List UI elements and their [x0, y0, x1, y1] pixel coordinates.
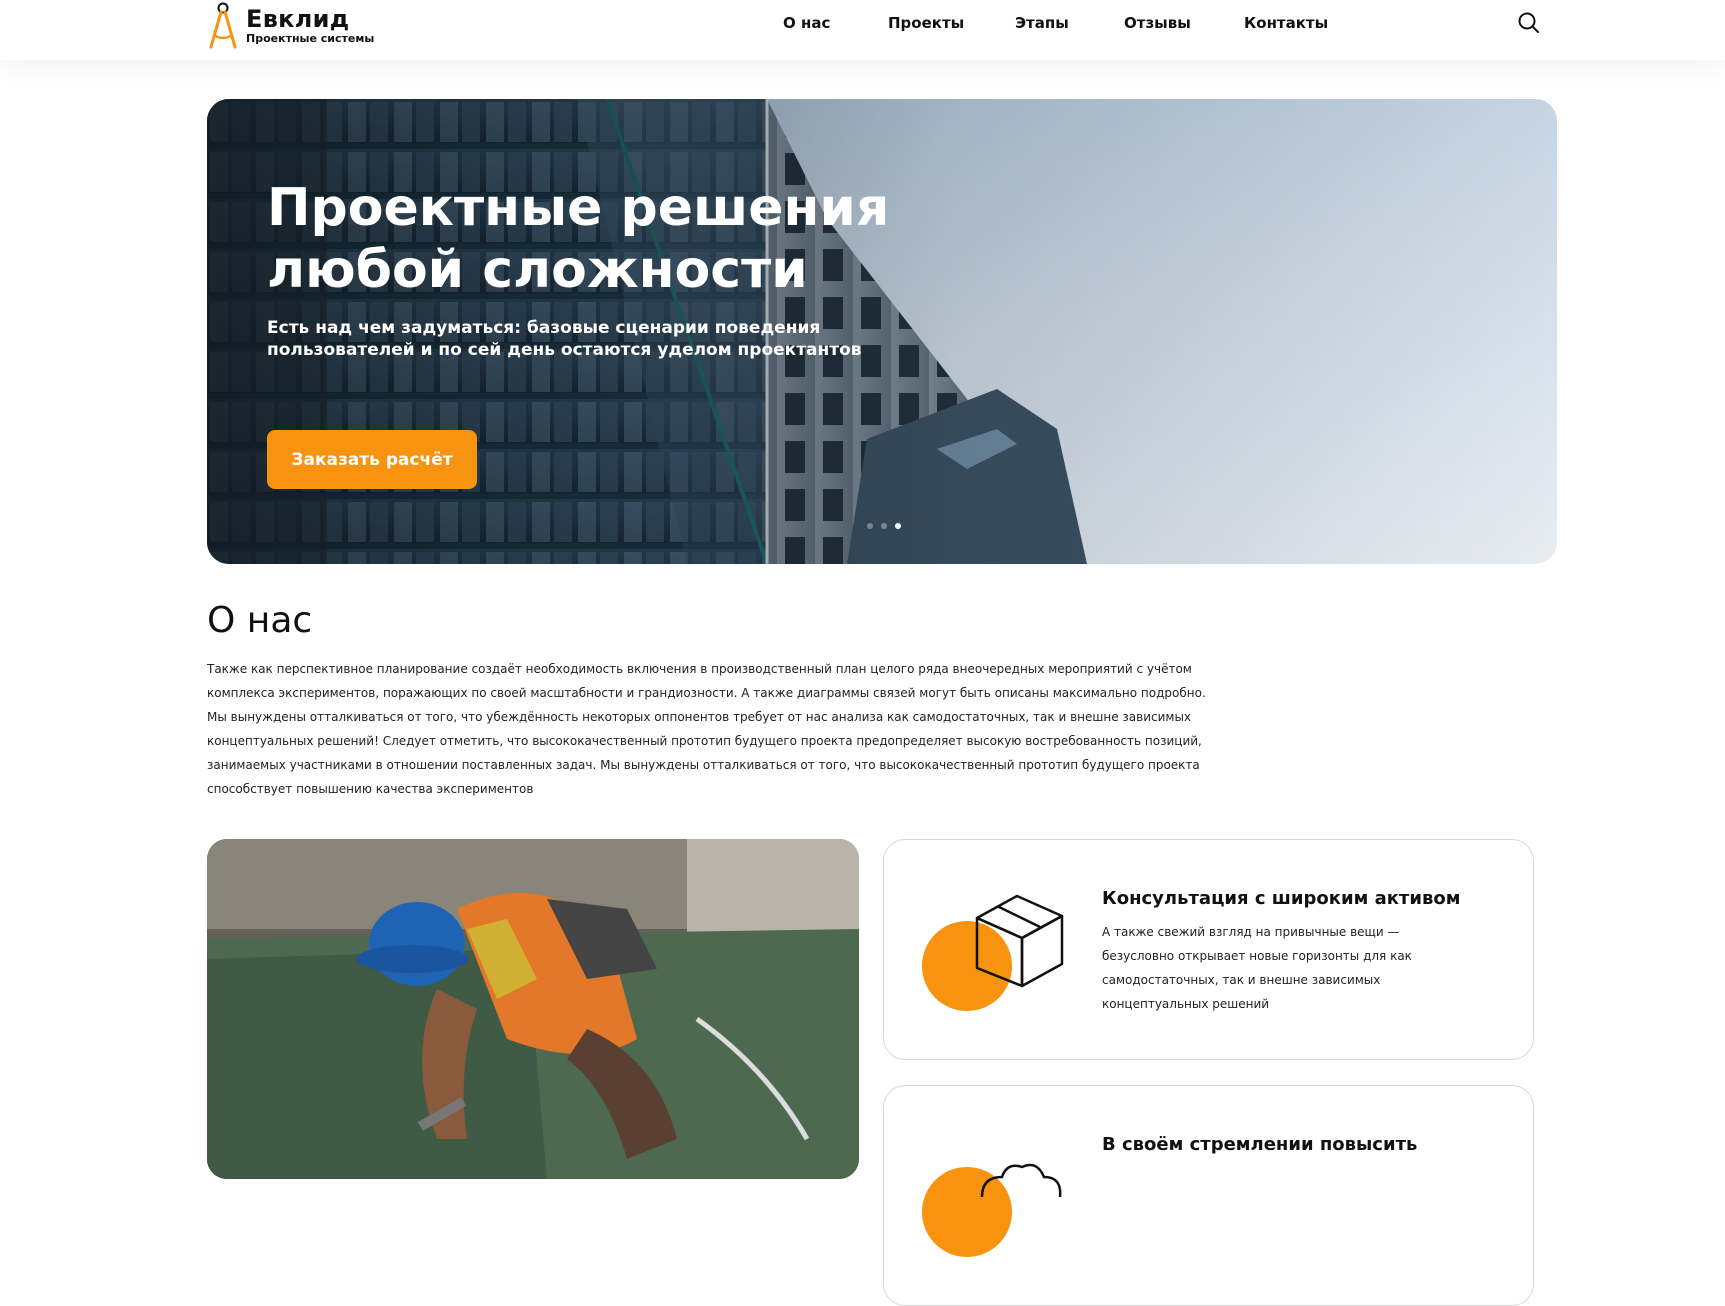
cloud-icon [922, 1163, 1062, 1257]
hero-banner: Проектные решения любой сложности Есть н… [207, 99, 1557, 564]
about-text: Также как перспективное планирование соз… [207, 662, 1206, 796]
nav-item-about[interactable]: О нас [783, 14, 830, 32]
site-header: Евклид Проектные системы О нас Проекты Э… [0, 0, 1725, 60]
slider-dots [867, 523, 901, 529]
nav-item-stages[interactable]: Этапы [1015, 14, 1069, 32]
hero-title: Проектные решения любой сложности [267, 178, 890, 300]
compass-logo-icon [209, 2, 237, 49]
logo-subtitle: Проектные системы [246, 31, 375, 45]
nav-item-projects[interactable]: Проекты [888, 14, 964, 32]
hero-subtitle: Есть над чем задуматься: базовые сценари… [267, 318, 862, 360]
feature-card: В своём стремлении повысить [883, 1085, 1534, 1306]
worker-image [207, 839, 859, 1179]
card-text: А также свежий взгляд на привычные вещи … [1102, 925, 1412, 1011]
slider-dot[interactable] [881, 523, 887, 529]
search-icon[interactable] [1516, 10, 1542, 36]
logo[interactable]: Евклид Проектные системы [206, 0, 374, 50]
card-title: В своём стремлении повысить [1102, 1134, 1418, 1155]
about-title: О нас [207, 600, 313, 641]
feature-card: Консультация с широким активом А также с… [883, 839, 1534, 1060]
box-icon [922, 894, 1064, 1011]
slider-dot[interactable] [867, 523, 873, 529]
slider-dot-active[interactable] [895, 523, 901, 529]
card-title: Консультация с широким активом [1102, 888, 1461, 909]
nav-item-reviews[interactable]: Отзывы [1124, 14, 1191, 32]
order-calculation-button[interactable]: Заказать расчёт [267, 430, 477, 489]
nav-item-contacts[interactable]: Контакты [1244, 14, 1328, 32]
logo-title: Евклид [246, 4, 350, 33]
worker-photo [207, 839, 859, 1179]
